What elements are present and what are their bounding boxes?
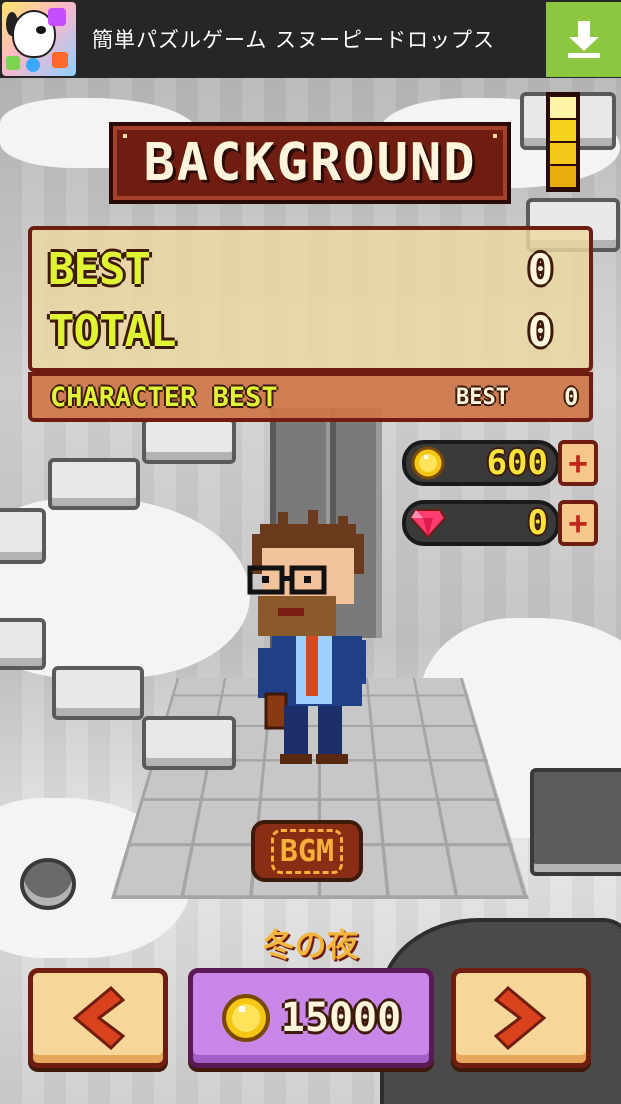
level-meter-segment [550,120,576,141]
ad-download-button[interactable] [546,1,621,77]
snow-stone [142,418,236,464]
total-value: 0 [527,307,553,356]
ad-app-icon[interactable] [2,2,76,76]
total-row: TOTAL 0 [48,306,553,357]
page-title: BACKGROUND [143,133,477,193]
download-icon [567,21,600,58]
character-best-sub-label: BEST [456,384,509,410]
buy-price: 15000 [280,995,402,1041]
previous-button[interactable] [28,968,168,1068]
gem-counter: 0 [402,500,560,546]
level-meter-segment [550,166,576,187]
best-row: BEST 0 [48,244,553,295]
title-banner: BACKGROUND [109,122,511,204]
level-meter-segment [550,97,576,118]
snow-stone [142,716,236,770]
snow-stone [52,666,144,720]
stats-panel: BEST 0 TOTAL 0 [28,226,593,372]
dark-rock [20,858,76,910]
add-gems-button[interactable]: + [558,500,598,546]
gem-amount: 0 [527,503,548,543]
ruby-gem-icon [410,505,446,541]
bgm-label: BGM [270,828,344,874]
bgm-button[interactable]: BGM [251,820,363,882]
coin-counter: 600 [402,440,560,486]
best-value: 0 [527,245,553,294]
gold-coin-icon [410,445,446,481]
best-label: BEST [48,244,151,295]
total-label: TOTAL [48,306,176,357]
buy-background-button[interactable]: 15000 [188,968,434,1068]
left-arrow-icon [72,986,125,1050]
coin-amount: 600 [486,443,548,483]
snow-stone [0,618,46,670]
level-meter-segment [550,143,576,164]
dark-rock [530,768,621,876]
character-best-label: CHARACTER BEST [50,381,278,413]
ad-title[interactable]: 簡単パズルゲーム スヌーピードロップス [92,24,546,54]
character-best-bar: CHARACTER BEST BEST 0 [28,372,593,422]
character-sprite [247,510,366,764]
character-best-value: 0 [564,383,579,411]
snow-stone [48,458,140,510]
background-name: 冬の夜 [262,926,359,964]
next-button[interactable] [451,968,591,1068]
gold-coin-icon [221,994,270,1042]
snow-stone [0,508,46,564]
ad-banner[interactable]: 簡単パズルゲーム スヌーピードロップス [0,0,621,78]
level-meter [546,92,580,192]
add-coins-button[interactable]: + [558,440,598,486]
right-arrow-icon [494,986,547,1050]
